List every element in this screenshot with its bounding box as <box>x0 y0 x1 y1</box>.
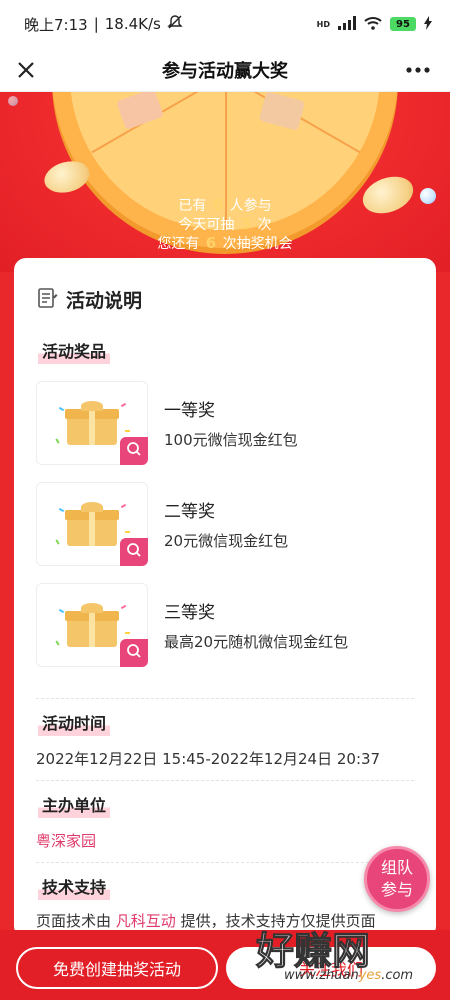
follow-us-button[interactable]: 关注我们 <box>226 947 436 989</box>
organizer-link[interactable]: 粤深家园 <box>36 830 96 851</box>
support-section-label: 技术支持 <box>38 874 111 900</box>
chances-left-count: 6 <box>205 234 217 252</box>
prize-description: 20元微信现金红包 <box>164 532 289 550</box>
nav-bar: 参与活动赢大奖 <box>0 48 450 92</box>
zoom-button[interactable] <box>120 437 148 465</box>
gift-icon <box>65 502 119 546</box>
prize-info: 三等奖 最高20元随机微信现金红包 <box>164 598 348 652</box>
time-section-label: 活动时间 <box>38 710 111 736</box>
participants-count: 8 <box>212 196 224 214</box>
divider <box>36 780 414 781</box>
status-bar: 晚上7:13 | 18.4K/s HD 95 <box>0 0 450 48</box>
card-title: 活动说明 <box>66 290 143 312</box>
prize-level: 三等奖 <box>164 603 215 623</box>
more-icon[interactable] <box>402 56 434 84</box>
wifi-icon <box>364 16 382 33</box>
status-left: 晚上7:13 | 18.4K/s <box>24 14 183 35</box>
search-icon <box>126 643 142 663</box>
close-icon[interactable] <box>12 56 40 84</box>
status-speed: 18.4K/s <box>104 15 161 33</box>
activity-description-card: 活动说明 活动奖品 一等奖 100元微信现金红包 二等奖 20元微信现金红包 三… <box>14 258 436 938</box>
draws-today-count: 3 <box>240 215 252 233</box>
team-join-button[interactable]: 组队 参与 <box>364 846 430 912</box>
battery-icon: 95 <box>390 17 416 31</box>
zoom-button[interactable] <box>120 639 148 667</box>
draws-today-line: 今天可抽 3 次 <box>178 215 272 233</box>
gift-icon <box>65 401 119 445</box>
prize-level: 二等奖 <box>164 502 215 522</box>
organizer-section-label: 主办单位 <box>38 792 111 818</box>
status-time: 晚上7:13 <box>24 15 88 34</box>
participants-line: 已有 8 人参与 <box>178 196 272 214</box>
prize-item: 二等奖 20元微信现金红包 <box>36 481 416 567</box>
search-icon <box>126 542 142 562</box>
charging-icon <box>424 15 432 33</box>
status-right: HD 95 <box>316 15 432 33</box>
mute-icon <box>167 14 183 34</box>
support-link[interactable]: 凡科互动 <box>116 912 176 930</box>
card-header: 活动说明 <box>36 286 142 313</box>
support-text: 页面技术由 凡科互动 提供，技术支持方仅提供页面 <box>36 912 376 930</box>
prize-item: 三等奖 最高20元随机微信现金红包 <box>36 582 416 668</box>
divider <box>36 862 414 863</box>
prize-info: 二等奖 20元微信现金红包 <box>164 497 288 551</box>
document-icon <box>36 287 58 313</box>
create-activity-button[interactable]: 免费创建抽奖活动 <box>16 947 218 989</box>
status-separator: | <box>93 15 99 33</box>
prizes-section-label: 活动奖品 <box>38 338 111 364</box>
prize-info: 一等奖 100元微信现金红包 <box>164 396 298 450</box>
gift-icon <box>65 603 119 647</box>
bottom-action-bar: 免费创建抽奖活动 关注我们 <box>0 930 450 1000</box>
bubble-decoration <box>8 96 18 106</box>
prize-level: 一等奖 <box>164 401 215 421</box>
prize-description: 100元微信现金红包 <box>164 431 298 449</box>
prize-thumbnail[interactable] <box>36 381 148 465</box>
prize-item: 一等奖 100元微信现金红包 <box>36 380 416 466</box>
prize-thumbnail[interactable] <box>36 583 148 667</box>
page-title: 参与活动赢大奖 <box>162 60 288 82</box>
divider <box>36 698 414 699</box>
search-icon <box>126 441 142 461</box>
activity-time: 2022年12月22日 15:45-2022年12月24日 20:37 <box>36 750 381 768</box>
signal-icon <box>338 15 356 33</box>
chances-left-line: 您还有 6 次抽奖机会 <box>157 234 293 252</box>
draw-stats: 已有 8 人参与 今天可抽 3 次 您还有 6 次抽奖机会 <box>0 196 450 253</box>
hd-label: HD <box>316 19 330 29</box>
prize-description: 最高20元随机微信现金红包 <box>164 633 349 651</box>
prize-thumbnail[interactable] <box>36 482 148 566</box>
zoom-button[interactable] <box>120 538 148 566</box>
